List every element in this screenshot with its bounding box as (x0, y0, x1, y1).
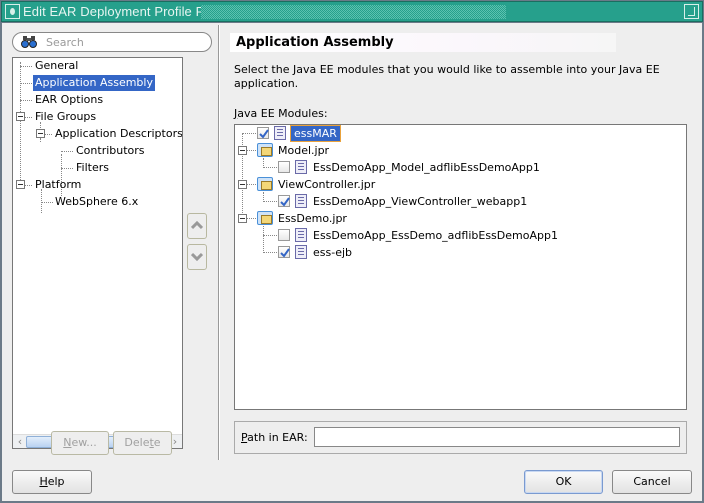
scroll-left-icon[interactable]: ‹ (14, 435, 26, 448)
nav-item-application-descriptors[interactable]: Application Descriptors (55, 126, 182, 142)
search-box[interactable] (12, 32, 212, 52)
module-label: EssDemoApp_ViewController_webapp1 (313, 195, 528, 208)
modules-label: Java EE Modules: (234, 107, 328, 120)
move-down-button[interactable] (187, 244, 207, 270)
navigation-tree[interactable]: General Application Assembly EAR Options… (12, 57, 183, 449)
nav-item-application-assembly[interactable]: Application Assembly (33, 75, 155, 91)
project-folder-icon (257, 211, 273, 225)
tree-connector (45, 134, 52, 135)
module-icon (295, 228, 307, 242)
chevron-down-icon (191, 252, 203, 261)
project-label: ViewController.jpr (278, 178, 376, 191)
project-folder-icon (257, 143, 273, 157)
module-checkbox[interactable] (278, 246, 290, 258)
collapse-icon[interactable] (16, 112, 25, 121)
module-label: EssDemoApp_Model_adflibEssDemoApp1 (313, 161, 540, 174)
module-checkbox[interactable] (278, 161, 290, 173)
tree-connector (247, 150, 256, 151)
title-bar-pattern (201, 5, 506, 19)
cancel-button[interactable]: Cancel (612, 470, 692, 494)
dialog-window: Edit EAR Deployment Profile Properties G… (0, 0, 704, 503)
title-bar[interactable]: Edit EAR Deployment Profile Properties (1, 1, 703, 22)
search-input[interactable] (46, 35, 196, 49)
path-in-ear-input[interactable] (314, 427, 680, 447)
section-description: Select the Java EE modules that you woul… (234, 63, 660, 90)
nav-item-filters[interactable]: Filters (76, 160, 109, 176)
tree-connector (247, 218, 256, 219)
module-label: ess-ejb (313, 246, 353, 259)
path-in-ear-label: Path in EAR: (241, 431, 308, 444)
collapse-icon[interactable] (36, 129, 45, 138)
nav-item-contributors[interactable]: Contributors (76, 143, 145, 159)
module-icon (274, 126, 286, 140)
tree-connector (263, 235, 277, 236)
checkmark-icon (280, 197, 290, 207)
module-checkbox[interactable] (278, 229, 290, 241)
new-button[interactable]: New... (51, 431, 109, 455)
chevron-up-icon (191, 221, 203, 230)
module-label: essMAR (290, 125, 341, 142)
module-icon (295, 160, 307, 174)
collapse-icon[interactable] (16, 180, 25, 189)
tree-connector (61, 168, 73, 169)
tree-connector (263, 201, 277, 202)
tree-connector (263, 252, 277, 253)
tree-connector (263, 226, 264, 253)
binoculars-icon (21, 36, 37, 48)
tree-connector (20, 62, 21, 186)
modules-tree[interactable]: essMAR Model.jpr EssDemoApp_Model_adflib… (234, 124, 687, 410)
tree-connector (20, 83, 32, 84)
module-icon (295, 245, 307, 259)
maximize-icon[interactable] (684, 4, 699, 19)
project-label: EssDemo.jpr (278, 212, 347, 225)
dialog-content: General Application Assembly EAR Options… (2, 23, 702, 501)
tree-connector (41, 202, 53, 203)
module-checkbox[interactable] (278, 195, 290, 207)
module-label: EssDemoApp_EssDemo_adflibEssDemoApp1 (313, 229, 558, 242)
module-checkbox[interactable] (257, 127, 269, 139)
checkmark-icon (259, 129, 269, 139)
collapse-icon[interactable] (238, 180, 247, 189)
section-title: Application Assembly (230, 33, 616, 52)
nav-item-platform[interactable]: Platform (35, 177, 81, 193)
move-up-button[interactable] (187, 213, 207, 239)
window-menu-icon[interactable] (5, 4, 20, 19)
nav-item-file-groups[interactable]: File Groups (35, 109, 96, 125)
project-folder-icon (257, 177, 273, 191)
delete-button[interactable]: Delete (113, 431, 172, 455)
ok-button[interactable]: OK (524, 470, 603, 494)
project-label: Model.jpr (278, 144, 330, 157)
module-icon (295, 194, 307, 208)
help-button[interactable]: Help (12, 470, 92, 494)
collapse-icon[interactable] (238, 214, 247, 223)
tree-connector (242, 133, 256, 134)
tree-connector (20, 100, 32, 101)
collapse-icon[interactable] (238, 146, 247, 155)
tree-connector (25, 117, 32, 118)
panel-divider (218, 25, 220, 460)
nav-item-ear-options[interactable]: EAR Options (35, 92, 103, 108)
tree-connector (40, 138, 41, 142)
path-in-ear-group: Path in EAR: (234, 421, 687, 454)
checkmark-icon (280, 248, 290, 258)
tree-connector (20, 66, 32, 67)
nav-item-websphere[interactable]: WebSphere 6.x (55, 194, 138, 210)
tree-connector (25, 185, 32, 186)
tree-connector (61, 151, 73, 152)
tree-connector (263, 167, 277, 168)
tree-connector (247, 184, 256, 185)
nav-item-general[interactable]: General (35, 58, 78, 74)
